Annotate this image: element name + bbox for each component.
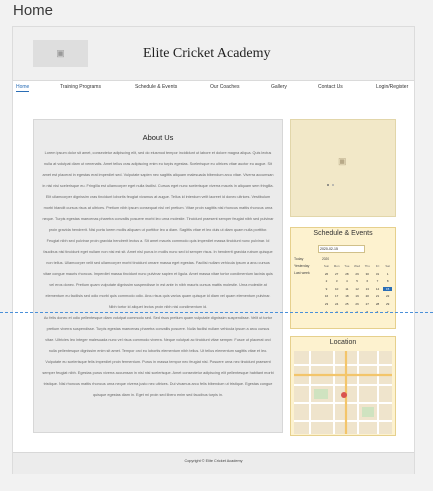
calendar-day[interactable]: 19 <box>353 294 362 298</box>
gallery-carousel[interactable]: ▣ <box>290 119 396 217</box>
carousel-indicators <box>325 184 337 187</box>
calendar-day[interactable]: 8 <box>383 279 392 283</box>
map-icon[interactable] <box>294 351 392 434</box>
about-title: About Us <box>142 133 174 142</box>
about-paragraph-1: Lorem ipsum dolor sit amet, consectetur … <box>42 151 274 309</box>
about-paragraph-2: Ac felis donec et odio pellentesque diam… <box>42 316 274 397</box>
about-text: Lorem ipsum dolor sit amet, consectetur … <box>42 148 274 401</box>
main-nav: Home Training Programs Schedule & Events… <box>13 81 414 97</box>
calendar-day[interactable]: 14 <box>373 287 382 291</box>
calendar-day[interactable]: 4 <box>342 279 351 283</box>
nav-item-gallery[interactable]: Gallery <box>271 84 287 90</box>
guide-line <box>0 312 433 313</box>
calendar-day[interactable]: 23 <box>322 302 331 306</box>
calendar-day[interactable]: 21 <box>373 294 382 298</box>
calendar-weekday: Fri <box>375 264 380 268</box>
schedule-widget: Schedule & Events 2020-02-15 Today Yeste… <box>290 227 396 329</box>
today-link[interactable]: Today <box>294 257 303 261</box>
calendar-day[interactable]: 12 <box>353 287 362 291</box>
calendar-day[interactable]: 17 <box>332 294 341 298</box>
calendar-day[interactable]: 29 <box>383 302 392 306</box>
date-field[interactable]: 2020-02-15 <box>318 245 365 253</box>
calendar-weekday: Thu <box>364 264 370 268</box>
location-widget: Location <box>290 336 396 436</box>
calendar-day[interactable]: 22 <box>383 294 392 298</box>
schedule-title: Schedule & Events <box>313 230 373 237</box>
calendar-day[interactable]: 26 <box>353 302 362 306</box>
nav-item-training-programs[interactable]: Training Programs <box>60 84 101 90</box>
calendar-day[interactable]: 11 <box>342 287 351 291</box>
carousel-dot[interactable] <box>332 184 334 186</box>
calendar-weekday: Sun <box>323 264 330 268</box>
calendar-day[interactable]: 27 <box>363 302 372 306</box>
calendar-day[interactable]: 15 <box>383 286 393 291</box>
calendar-day[interactable]: 25 <box>342 302 351 306</box>
calendar-day[interactable]: 16 <box>322 294 331 298</box>
site-footer: Copyright © Elite Cricket Academy <box>13 452 414 474</box>
nav-item-contact-us[interactable]: Contact Us <box>318 84 343 90</box>
carousel-dot[interactable] <box>327 184 329 186</box>
calendar-day[interactable]: 7 <box>373 279 382 283</box>
calendar-weekday: Wed <box>354 264 361 268</box>
calendar-day[interactable]: 3 <box>332 279 341 283</box>
calendar-day[interactable]: 29 <box>353 272 362 276</box>
calendar-day[interactable]: 27 <box>332 272 341 276</box>
image-placeholder-icon: ▣ <box>338 156 347 166</box>
calendar-day[interactable]: 10 <box>332 287 341 291</box>
page-heading: Home <box>13 2 54 19</box>
image-placeholder-icon: ▣ <box>33 40 88 67</box>
nav-item-schedule-events[interactable]: Schedule & Events <box>135 84 177 90</box>
nav-item-login-register[interactable]: Login/Register <box>376 84 408 90</box>
calendar-day[interactable]: 9 <box>322 287 331 291</box>
calendar-day[interactable]: 6 <box>363 279 372 283</box>
yesterday-link[interactable]: Yesterday <box>294 264 309 268</box>
calendar-weekday: Mon <box>333 264 340 268</box>
site-frame: ▣ Elite Cricket Academy Home Training Pr… <box>12 26 415 474</box>
calendar-day[interactable]: 28 <box>373 302 382 306</box>
about-section: About Us Lorem ipsum dolor sit amet, con… <box>33 119 283 433</box>
location-title: Location <box>329 339 357 346</box>
calendar-weekday: Tue <box>344 264 350 268</box>
calendar-day[interactable]: 20 <box>363 294 372 298</box>
site-title: Elite Cricket Academy <box>143 46 271 61</box>
calendar-day[interactable]: 1 <box>383 272 392 276</box>
calendar-month: 2020 <box>322 257 330 261</box>
calendar-day[interactable]: 18 <box>342 294 351 298</box>
copyright-text: Copyright © Elite Cricket Academy <box>184 459 243 463</box>
nav-item-our-coaches[interactable]: Our Coaches <box>210 84 239 90</box>
calendar-day[interactable]: 30 <box>363 272 372 276</box>
calendar-day[interactable]: 5 <box>353 279 362 283</box>
nav-item-home[interactable]: Home <box>16 84 30 92</box>
site-header: ▣ Elite Cricket Academy <box>13 27 414 81</box>
last-week-link[interactable]: Last week <box>294 271 310 275</box>
calendar-day[interactable]: 24 <box>332 302 341 306</box>
calendar-day[interactable]: 31 <box>373 272 382 276</box>
calendar-day[interactable]: 26 <box>322 272 331 276</box>
calendar-weekday: Sat <box>385 264 390 268</box>
calendar-day[interactable]: 13 <box>363 287 372 291</box>
calendar-day[interactable]: 28 <box>342 272 351 276</box>
calendar-day[interactable]: 2 <box>322 279 331 283</box>
